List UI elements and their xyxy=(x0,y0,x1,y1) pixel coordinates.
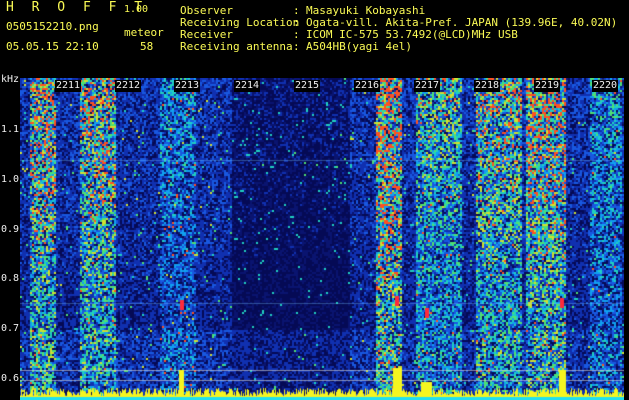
info-value-antenna: A504HB(yagi 4el) xyxy=(306,40,412,53)
timestamp: 05.05.15 22:10 xyxy=(6,40,99,53)
y-tick-label: 1.0 xyxy=(1,174,20,185)
y-tick-label: 0.7 xyxy=(1,323,20,334)
y-tick-label: 1.1 xyxy=(1,124,20,135)
y-tick-label: 0.8 xyxy=(1,273,20,284)
y-tick-label: 0.9 xyxy=(1,224,20,235)
app-version: 1.00 xyxy=(124,4,149,15)
meteor-count-label: meteor xyxy=(124,26,164,39)
x-tick-label: 2219 xyxy=(534,80,561,92)
info-separator: : xyxy=(293,40,300,53)
x-tick-label: 2214 xyxy=(234,80,261,92)
x-tick-label: 2218 xyxy=(474,80,501,92)
meteor-count-value: 58 xyxy=(140,40,154,53)
spectrogram-area xyxy=(20,78,624,400)
spectrogram-canvas xyxy=(20,78,624,400)
x-tick-label: 2217 xyxy=(414,80,441,92)
y-axis-unit: kHz xyxy=(1,74,20,85)
x-tick-label: 2215 xyxy=(294,80,321,92)
x-tick-label: 2213 xyxy=(174,80,201,92)
x-tick-label: 2220 xyxy=(592,80,619,92)
file-name: 0505152210.png xyxy=(6,20,99,33)
hroft-spectrogram-window: H R O F F T 1.00 0505152210.png meteor 0… xyxy=(0,0,629,400)
x-tick-label: 2211 xyxy=(55,80,82,92)
x-tick-label: 2216 xyxy=(354,80,381,92)
info-key-antenna: Receiving antenna xyxy=(180,40,293,53)
y-tick-label: 0.6 xyxy=(1,373,20,384)
x-tick-label: 2212 xyxy=(115,80,142,92)
